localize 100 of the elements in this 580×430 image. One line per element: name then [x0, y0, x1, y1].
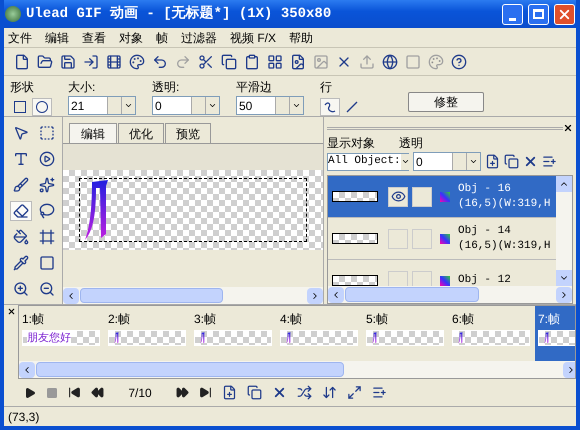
frame-item[interactable]: 6:帧	[449, 306, 535, 361]
object-row[interactable]: Obj - 16 (16,5)(W:319,H	[328, 176, 556, 218]
frame-item[interactable]: 2:帧	[105, 306, 191, 361]
cursor-coordinates: (73,3)	[8, 408, 40, 426]
trim-button[interactable]: 修整	[408, 92, 484, 112]
text-icon	[13, 151, 29, 167]
frame-item[interactable]: 4:帧	[277, 306, 363, 361]
object-name: Obj - 12	[458, 273, 511, 286]
select-frame-icon	[39, 125, 55, 141]
brush-stroke-drawing	[199, 332, 207, 344]
globe-icon[interactable]	[382, 54, 398, 70]
paint-bucket-icon	[13, 229, 29, 245]
lock-toggle[interactable]	[412, 228, 432, 248]
duplicate-frame-icon[interactable]	[247, 385, 262, 400]
horizontal-scrollbar[interactable]	[328, 286, 572, 303]
lock-toggle[interactable]	[412, 186, 432, 206]
open-folder-icon[interactable]	[37, 54, 53, 70]
caret-icon	[208, 101, 217, 110]
cut-icon[interactable]	[198, 54, 214, 70]
play-circle-icon	[39, 151, 55, 167]
curve-line-button[interactable]	[320, 98, 340, 116]
play-icon[interactable]	[24, 386, 36, 398]
reorder-icon[interactable]	[322, 385, 337, 400]
eraser-icon	[13, 203, 29, 219]
menu-item[interactable]: 视频 F/X	[230, 28, 276, 46]
shuffle-icon[interactable]	[297, 385, 312, 400]
close-button[interactable]	[554, 4, 575, 24]
show-objects-dropdown[interactable]: All Object:	[327, 152, 409, 170]
new-object-icon[interactable]	[485, 154, 500, 169]
caret-icon	[400, 157, 410, 166]
tab[interactable]: 优化	[118, 123, 164, 143]
delete-frame-icon[interactable]	[272, 385, 287, 400]
import-icon[interactable]	[83, 54, 99, 70]
zoom-out-icon	[39, 281, 55, 297]
visibility-toggle[interactable]	[388, 228, 408, 248]
last-frame-icon[interactable]	[199, 386, 212, 399]
spin-field[interactable]: 0	[152, 96, 220, 115]
line-label: 行	[320, 79, 333, 96]
menu-item[interactable]: 查看	[82, 28, 106, 46]
next-frame-icon[interactable]	[176, 386, 189, 399]
spin-field[interactable]: 50	[236, 96, 304, 115]
line-icon	[346, 101, 358, 113]
image-file-icon[interactable]	[290, 54, 306, 70]
field-label: 大小:	[68, 79, 96, 96]
frame-properties-icon[interactable]	[372, 385, 387, 400]
caret-icon	[124, 101, 133, 110]
menu-item[interactable]: 帧	[156, 28, 168, 46]
help-icon[interactable]	[451, 54, 467, 70]
undo-icon[interactable]	[152, 54, 168, 70]
frame-item[interactable]: 1:帧 朋友您好	[19, 306, 105, 361]
circle-shape-button[interactable]	[32, 98, 52, 116]
caret-icon	[292, 101, 301, 110]
menu-item[interactable]: 过滤器	[181, 28, 217, 46]
field-label: 平滑边	[236, 79, 273, 96]
frame-item[interactable]: 5:帧	[363, 306, 449, 361]
object-thumbnail	[332, 191, 378, 202]
vertical-scrollbar[interactable]	[556, 176, 572, 286]
duplicate-icon[interactable]	[504, 154, 519, 169]
opacity-label: 透明	[399, 135, 423, 152]
color-swatch-icon	[440, 234, 450, 244]
lock-toggle[interactable]	[412, 270, 432, 286]
tab[interactable]: 预览	[165, 123, 211, 143]
opacity-spin-field[interactable]: 0	[413, 152, 481, 171]
resize-icon[interactable]	[347, 385, 362, 400]
visibility-toggle[interactable]	[388, 186, 408, 206]
horizontal-scrollbar[interactable]	[19, 361, 575, 378]
spin-field[interactable]: 21	[68, 96, 136, 115]
eyedropper-icon	[13, 255, 29, 271]
menu-item[interactable]: 帮助	[289, 28, 314, 46]
close-icon[interactable]	[6, 307, 16, 316]
window-title: Ulead GIF 动画 - [无标题*] (1X) 350x80	[26, 4, 332, 24]
grid-icon[interactable]	[267, 54, 283, 70]
minimize-button[interactable]	[502, 4, 523, 24]
horizontal-scrollbar[interactable]	[63, 287, 323, 304]
first-frame-icon[interactable]	[68, 386, 81, 399]
paste-icon[interactable]	[244, 54, 260, 70]
film-icon[interactable]	[106, 54, 122, 70]
visibility-toggle[interactable]	[388, 270, 408, 286]
brush-stroke-drawing	[285, 332, 293, 344]
menu-item[interactable]: 编辑	[45, 28, 69, 46]
color-swatch-icon	[440, 276, 450, 286]
object-thumbnail	[332, 275, 378, 286]
frame-item[interactable]: 3:帧	[191, 306, 277, 361]
previous-frame-icon[interactable]	[91, 386, 104, 399]
maximize-button[interactable]	[528, 4, 549, 24]
close-icon[interactable]	[563, 123, 573, 133]
new-file-icon[interactable]	[14, 54, 30, 70]
eraser-tool[interactable]	[10, 201, 32, 221]
menu-item[interactable]: 对象	[119, 28, 143, 46]
tab[interactable]: 编辑	[69, 123, 117, 143]
menu-item[interactable]: 文件	[8, 28, 32, 46]
delete-icon[interactable]	[523, 154, 538, 169]
object-row[interactable]: Obj - 14 (16,5)(W:319,H	[328, 218, 556, 260]
frame-item[interactable]: 7:帧	[535, 306, 575, 361]
field-label: 透明:	[152, 79, 180, 96]
properties-icon[interactable]	[542, 154, 557, 169]
palette-icon[interactable]	[129, 54, 145, 70]
copy-icon[interactable]	[221, 54, 237, 70]
save-icon[interactable]	[60, 54, 76, 70]
add-frame-icon[interactable]	[222, 385, 237, 400]
